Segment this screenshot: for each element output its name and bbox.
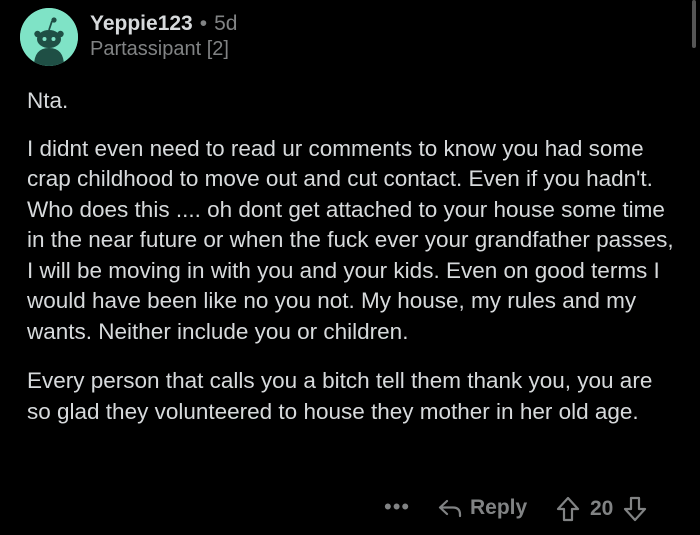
reply-arrow-icon [438, 499, 462, 518]
comment-actions: ••• Reply 20 [0, 494, 700, 528]
user-avatar[interactable] [20, 8, 78, 66]
scrollbar[interactable] [692, 0, 696, 48]
meta-separator: • [199, 12, 208, 35]
comment-header: Yeppie123 • 5d [90, 12, 237, 36]
author-username[interactable]: Yeppie123 [90, 12, 193, 35]
comment-body: Nta. I didnt even need to read ur commen… [27, 86, 677, 427]
downvote-arrow-icon[interactable] [623, 496, 647, 522]
reply-label: Reply [470, 496, 528, 519]
reply-button[interactable]: Reply [438, 496, 527, 520]
vote-controls: 20 [556, 496, 647, 522]
comment-paragraph: Every person that calls you a bitch tell… [27, 368, 653, 424]
upvote-arrow-icon[interactable] [556, 496, 580, 522]
user-flair: Partassipant [2] [90, 38, 229, 60]
comment-screen: Yeppie123 • 5d Partassipant [2] Nta. I did… [0, 0, 700, 535]
comment-age: 5d [214, 12, 238, 35]
vote-count: 20 [590, 497, 614, 520]
comment-paragraph: Nta. [27, 88, 69, 113]
snoo-avatar-icon [20, 8, 78, 66]
more-options-button[interactable]: ••• [384, 494, 410, 520]
comment-paragraph: I didnt even need to read ur comments to… [27, 135, 674, 344]
